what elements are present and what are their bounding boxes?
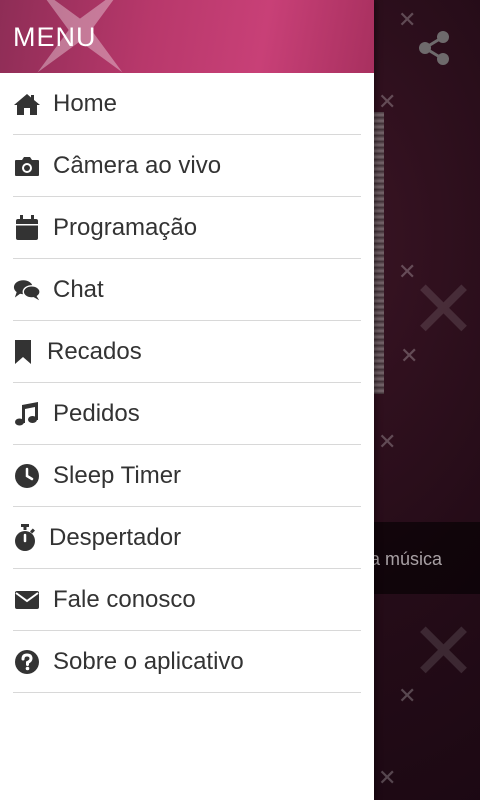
sparkle-decoration: ✕ xyxy=(410,605,478,698)
home-icon xyxy=(13,90,41,118)
background-image xyxy=(374,112,384,394)
menu-list: Home Câmera ao vivo Programação Chat Rec… xyxy=(0,73,374,693)
sparkle-decoration: ✕ xyxy=(378,430,397,455)
menu-item-contact[interactable]: Fale conosco xyxy=(13,569,361,631)
menu-item-label: Home xyxy=(53,89,118,117)
menu-item-label: Fale conosco xyxy=(53,585,196,613)
menu-item-label: Despertador xyxy=(49,523,182,551)
menu-item-label: Câmera ao vivo xyxy=(53,151,222,179)
menu-item-messages[interactable]: Recados xyxy=(13,321,361,383)
menu-item-chat[interactable]: Chat xyxy=(13,259,361,321)
sparkle-decoration: ✕ xyxy=(410,263,478,356)
question-circle-icon xyxy=(13,648,41,676)
now-playing-text: a música xyxy=(370,549,443,569)
sparkle-decoration: ✕ xyxy=(398,684,417,709)
menu-item-about[interactable]: Sobre o aplicativo xyxy=(13,631,361,693)
drawer-header: MENU xyxy=(0,0,374,73)
stopwatch-icon xyxy=(13,523,37,552)
bookmark-icon xyxy=(13,338,33,366)
menu-item-requests[interactable]: Pedidos xyxy=(13,383,361,445)
menu-item-home[interactable]: Home xyxy=(13,73,361,135)
calendar-icon xyxy=(13,214,41,242)
chat-bubbles-icon xyxy=(13,276,41,304)
music-note-icon xyxy=(13,400,41,428)
envelope-icon xyxy=(13,586,41,614)
share-icon xyxy=(419,31,449,65)
sparkle-decoration: ✕ xyxy=(378,766,397,791)
menu-item-label: Sobre o aplicativo xyxy=(53,647,244,675)
menu-item-label: Pedidos xyxy=(53,399,140,427)
clock-icon xyxy=(13,462,41,490)
menu-title: MENU xyxy=(13,22,97,52)
menu-item-schedule[interactable]: Programação xyxy=(13,197,361,259)
sparkle-decoration: ✕ xyxy=(378,90,397,115)
camera-icon xyxy=(13,152,41,180)
navigation-drawer: MENU Home Câmera ao vivo Programação Cha… xyxy=(0,0,374,800)
sparkle-decoration: ✕ xyxy=(400,344,419,369)
menu-item-live-camera[interactable]: Câmera ao vivo xyxy=(13,135,361,197)
menu-item-label: Recados xyxy=(47,337,142,365)
menu-item-label: Sleep Timer xyxy=(53,461,182,489)
menu-item-label: Chat xyxy=(53,275,104,303)
menu-item-alarm[interactable]: Despertador xyxy=(13,507,361,569)
menu-item-label: Programação xyxy=(53,213,198,241)
share-button[interactable] xyxy=(414,28,454,68)
menu-item-sleep-timer[interactable]: Sleep Timer xyxy=(13,445,361,507)
